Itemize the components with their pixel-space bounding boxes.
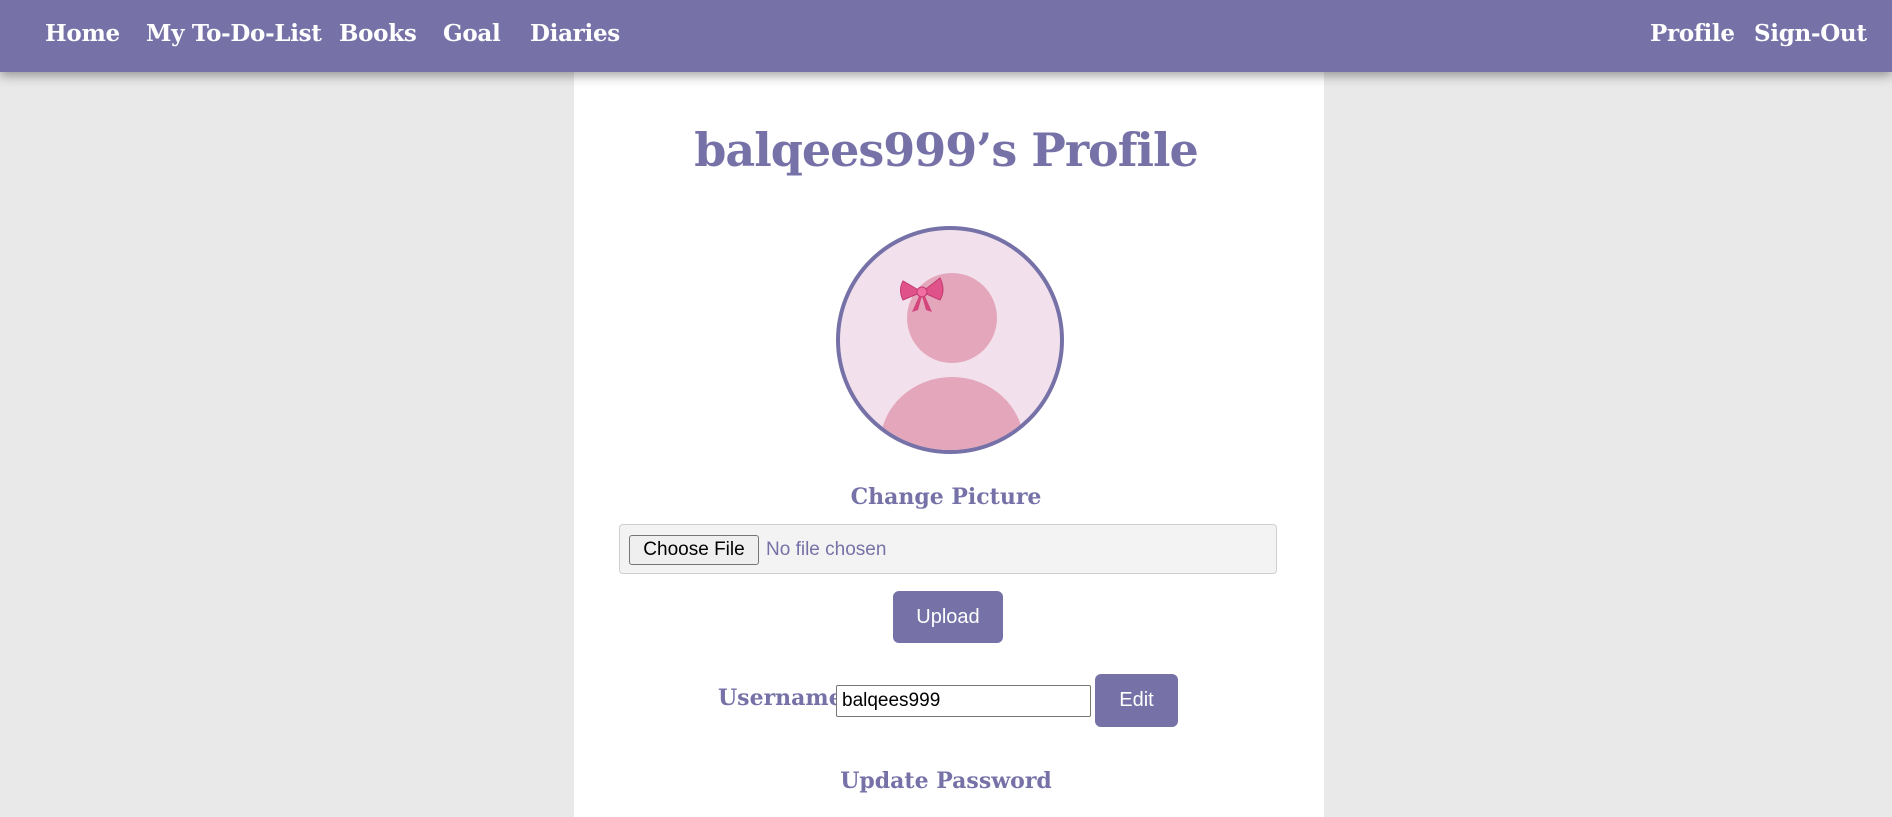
nav-todo-list-link[interactable]: My To-Do-List [146,19,322,49]
top-navbar: Home My To-Do-List Books Goal Diaries Pr… [0,0,1892,72]
update-password-heading: Update Password [840,768,1052,794]
change-picture-heading: Change Picture [850,484,1042,510]
username-input[interactable] [836,685,1091,717]
page-title: balqees999’s Profile [694,123,1199,177]
nav-sign-out-link[interactable]: Sign-Out [1754,19,1867,49]
edit-username-button[interactable]: Edit [1095,674,1178,727]
file-status-text: No file chosen [766,539,887,560]
choose-file-button[interactable]: Choose File [629,535,759,565]
nav-books-link[interactable]: Books [339,19,417,49]
girl-with-bow-avatar-icon [880,273,1024,450]
profile-avatar [836,226,1064,454]
nav-profile-link[interactable]: Profile [1650,19,1735,49]
username-label: Username [718,685,843,711]
file-input[interactable]: Choose File No file chosen [619,524,1277,574]
nav-home-link[interactable]: Home [45,19,120,49]
upload-button[interactable]: Upload [893,591,1003,643]
nav-diaries-link[interactable]: Diaries [530,19,620,49]
nav-goal-link[interactable]: Goal [443,19,501,49]
